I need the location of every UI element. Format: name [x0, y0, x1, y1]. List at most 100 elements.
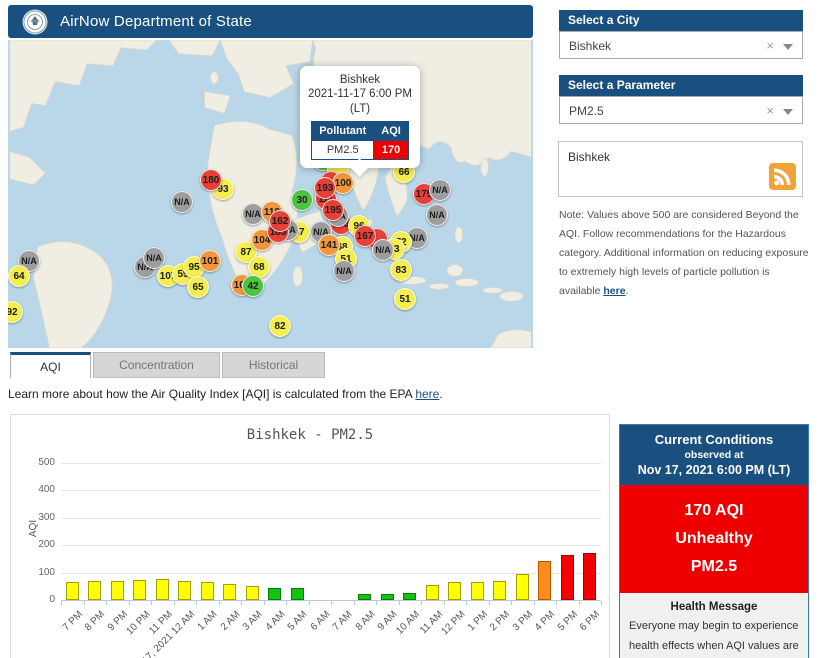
- chart-bar[interactable]: [133, 579, 147, 600]
- chart-bar[interactable]: [470, 581, 484, 600]
- health-message-text: Everyone may begin to experience health …: [629, 620, 799, 652]
- chart-bar[interactable]: [403, 592, 417, 600]
- x-tick-label: 5 PM: [555, 609, 581, 634]
- conditions-title: Current Conditions: [654, 432, 774, 447]
- x-axis-tick: [488, 601, 490, 605]
- learn-more-body: Learn more about how the Air Quality Ind…: [8, 387, 416, 401]
- chart-bar[interactable]: [560, 554, 574, 600]
- x-axis-tick: [533, 601, 535, 605]
- map-marker[interactable]: 101: [199, 250, 221, 272]
- parameter-select[interactable]: PM2.5 ×: [559, 96, 803, 124]
- chart-bar[interactable]: [245, 585, 259, 600]
- popup-datetime: 2021-11-17 6:00 PM: [308, 88, 412, 101]
- x-tick-label: 5 AM: [286, 609, 311, 633]
- city-select[interactable]: Bishkek ×: [559, 31, 803, 59]
- map-marker-value: 66: [398, 166, 410, 178]
- city-select-value: Bishkek: [569, 39, 612, 53]
- x-axis-tick: [196, 601, 197, 605]
- map-marker[interactable]: N/A: [171, 191, 193, 213]
- chart-bar[interactable]: [268, 588, 282, 600]
- city-clear-icon[interactable]: ×: [766, 38, 774, 53]
- chart-bar[interactable]: [88, 580, 102, 600]
- chart-bar[interactable]: [448, 582, 462, 600]
- note-text: Note: Values above 500 are considered Be…: [559, 206, 809, 300]
- map-marker-value: 167: [356, 230, 374, 242]
- map-marker[interactable]: N/A: [333, 260, 355, 282]
- map-marker-value: 82: [274, 320, 286, 332]
- x-axis-tick: [556, 601, 557, 605]
- map-marker[interactable]: 64: [8, 265, 30, 287]
- x-axis-tick: [376, 601, 377, 605]
- popup-timezone: (LT): [349, 102, 371, 115]
- map-marker[interactable]: 195: [322, 199, 344, 221]
- chart-bar[interactable]: [380, 594, 394, 600]
- x-axis-tick: [578, 601, 580, 605]
- chart-bar[interactable]: [425, 585, 439, 600]
- chart-bar[interactable]: [200, 582, 214, 600]
- map-marker-value: 193: [316, 182, 334, 194]
- popup-aqi-value: 170: [373, 140, 409, 161]
- x-tick-label: 4 PM: [533, 609, 558, 634]
- app-header: AirNow Department of State: [8, 5, 533, 38]
- chart-bar[interactable]: [178, 580, 192, 600]
- rss-feed-button[interactable]: [769, 163, 796, 190]
- chart-bar[interactable]: [583, 553, 597, 600]
- map-marker-value: N/A: [146, 253, 162, 263]
- map-marker[interactable]: 162: [269, 210, 291, 232]
- world-map[interactable]: N/A 64 92 N/A 93 180 N/A N/A 107 59 95 101 65 87 104 68…: [8, 40, 533, 348]
- tab-historical[interactable]: Historical: [222, 352, 325, 378]
- chart-bar[interactable]: [515, 573, 529, 600]
- tab-aqi[interactable]: AQI: [10, 352, 91, 378]
- map-marker[interactable]: N/A: [429, 179, 451, 201]
- note-text-body: Note: Values above 500 are considered Be…: [559, 209, 809, 297]
- x-axis-tick: [151, 601, 152, 605]
- current-conditions-panel: Current Conditions observed at Nov 17, 2…: [619, 424, 809, 658]
- tab-concentration[interactable]: Concentration: [93, 352, 220, 378]
- x-tick-label: 7 AM: [331, 609, 356, 633]
- learn-more-period: .: [439, 387, 443, 401]
- map-marker[interactable]: 180: [200, 169, 222, 191]
- map-marker-value: 195: [324, 204, 342, 216]
- chart-bar[interactable]: [110, 580, 124, 600]
- popup-city: Bishkek: [339, 74, 381, 86]
- map-marker[interactable]: 42: [242, 275, 264, 297]
- x-axis-tick: [128, 601, 130, 605]
- chart-bar[interactable]: [290, 588, 304, 600]
- health-message-block: Health Message Everyone may begin to exp…: [620, 593, 808, 658]
- map-marker[interactable]: 65: [187, 276, 209, 298]
- map-marker-value: N/A: [375, 245, 391, 255]
- parameter-chevron-down-icon[interactable]: [783, 109, 793, 120]
- chart-bar[interactable]: [493, 580, 507, 600]
- chart-bar[interactable]: [358, 594, 372, 600]
- map-marker[interactable]: 83: [390, 259, 412, 281]
- select-parameter-header: Select a Parameter: [559, 75, 803, 96]
- y-tick-label: 100: [38, 566, 55, 578]
- map-marker-value: 64: [13, 270, 25, 282]
- map-marker[interactable]: N/A: [372, 239, 394, 261]
- map-marker-value: 30: [296, 194, 308, 206]
- x-tick-label: 6 PM: [578, 609, 603, 634]
- city-chevron-down-icon[interactable]: [783, 44, 793, 55]
- x-axis-tick: [106, 601, 107, 605]
- map-marker[interactable]: 82: [269, 315, 291, 337]
- conditions-header: Current Conditions observed at Nov 17, 2…: [620, 425, 808, 485]
- note-here-link[interactable]: here: [603, 285, 625, 297]
- chart-bar[interactable]: [538, 560, 552, 600]
- chart-gridline: [61, 545, 601, 547]
- x-tick-label: 2 AM: [218, 609, 243, 633]
- map-marker-value: N/A: [432, 185, 448, 195]
- map-marker[interactable]: 30: [291, 189, 313, 211]
- x-tick-label: 8 PM: [83, 609, 108, 634]
- chart-bar[interactable]: [155, 578, 169, 600]
- map-marker-value: N/A: [245, 209, 261, 219]
- chart-bar[interactable]: [223, 584, 237, 600]
- learn-more-here-link[interactable]: here: [415, 387, 439, 401]
- map-marker[interactable]: N/A: [426, 204, 448, 226]
- conditions-observed-at: observed at: [684, 449, 744, 461]
- x-axis-tick: [263, 601, 265, 605]
- map-marker[interactable]: 51: [394, 288, 416, 310]
- map-marker[interactable]: 193: [314, 177, 336, 199]
- popup-col-aqi: AQI: [373, 121, 409, 142]
- parameter-clear-icon[interactable]: ×: [766, 103, 774, 118]
- chart-bar[interactable]: [65, 582, 79, 600]
